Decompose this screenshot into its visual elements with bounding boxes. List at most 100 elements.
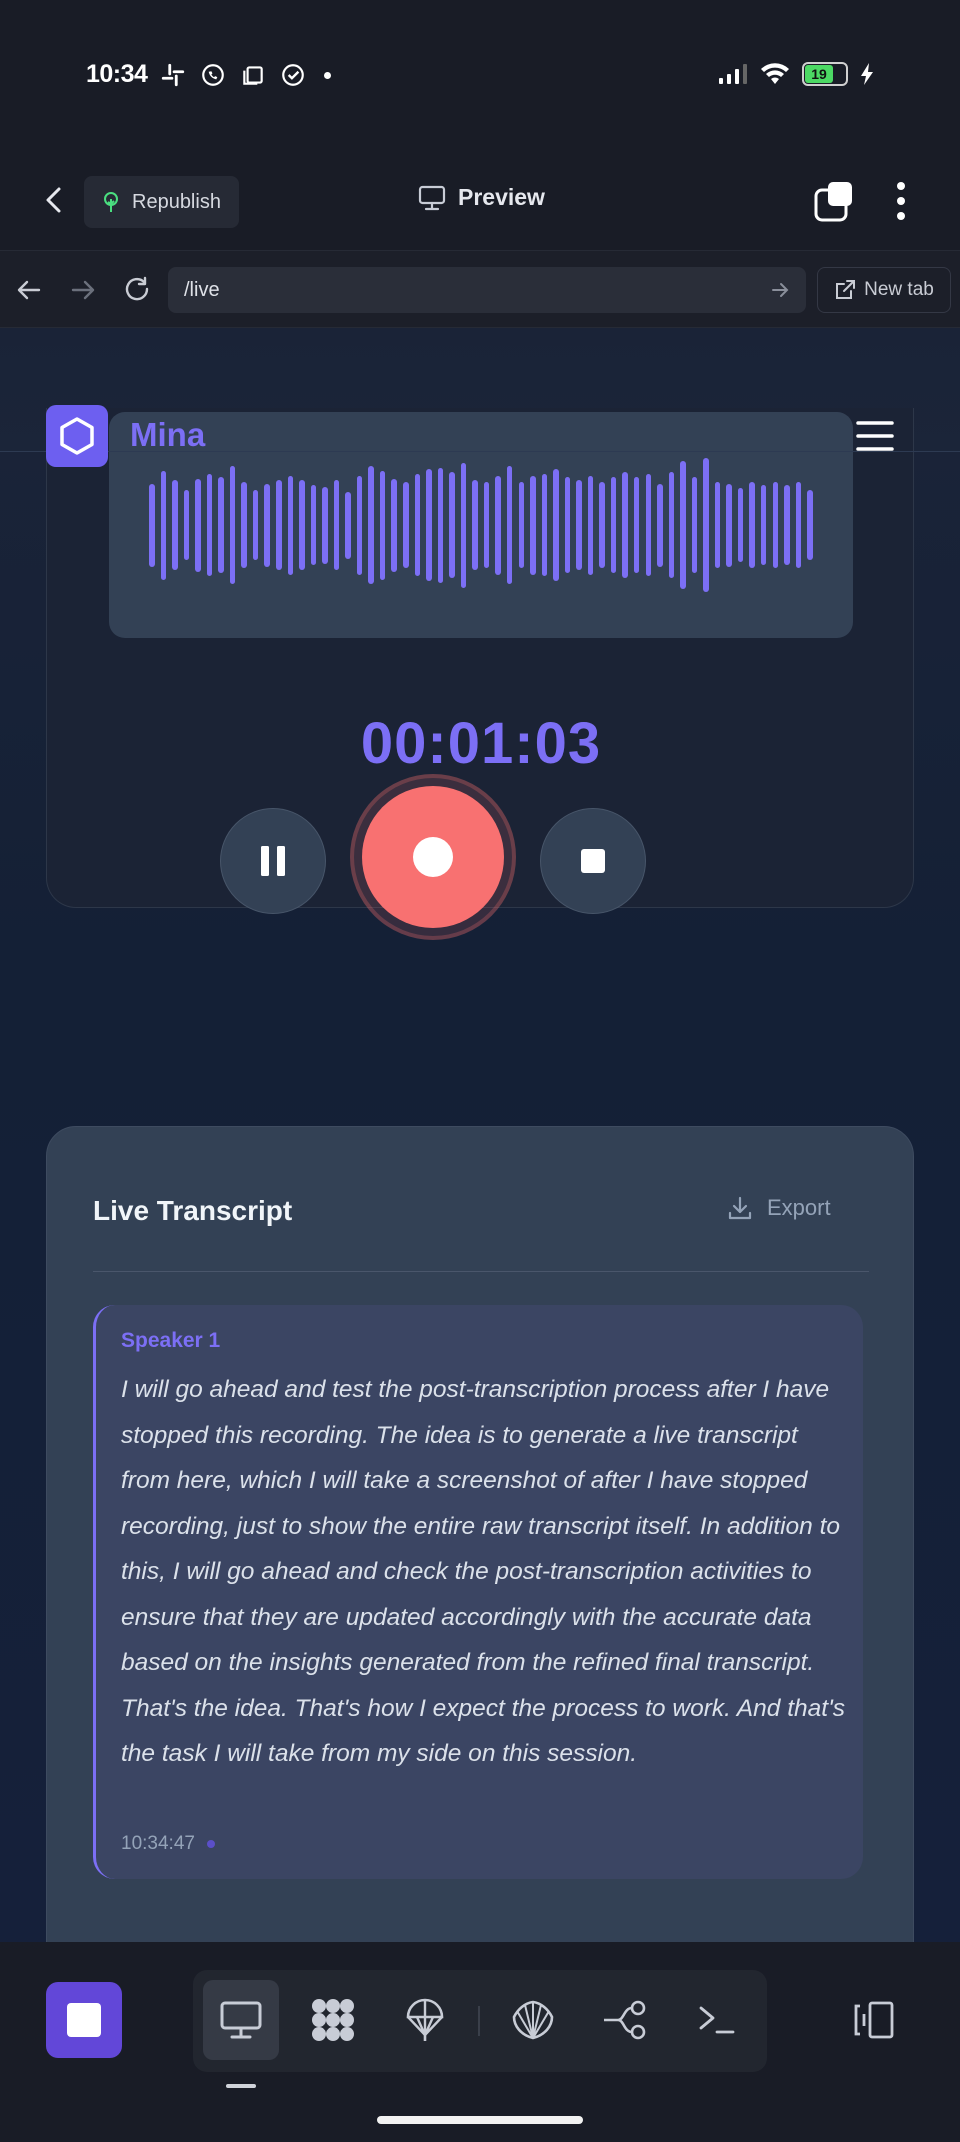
- waveform-bar: [345, 491, 351, 559]
- record-dot-icon: [413, 837, 453, 877]
- battery-level: 19: [805, 65, 833, 83]
- branch-icon[interactable]: [587, 1980, 663, 2060]
- hamburger-menu-icon[interactable]: [856, 420, 894, 452]
- waveform-bar: [149, 483, 155, 567]
- waveform-bar: [564, 477, 571, 573]
- transcript-card: Live Transcript Export Speaker 1 I will …: [46, 1126, 914, 1942]
- republish-button[interactable]: Republish: [84, 176, 239, 228]
- web-page: 00:01:03 Live Transcript Export Speaker …: [0, 328, 960, 1942]
- waveform-bar: [807, 490, 813, 560]
- new-tab-button[interactable]: New tab: [817, 267, 951, 313]
- download-icon: [728, 1196, 752, 1220]
- external-link-icon: [836, 280, 856, 299]
- parachute-icon[interactable]: [387, 1980, 463, 2060]
- terminal-icon[interactable]: [679, 1980, 755, 2060]
- browser-toolbar: /live New tab: [0, 250, 960, 328]
- waveform-bar: [726, 483, 732, 567]
- brand-name[interactable]: Mina: [130, 416, 205, 454]
- waveform-bar: [668, 472, 675, 578]
- transcript-entry: Speaker 1 I will go ahead and test the p…: [93, 1305, 863, 1879]
- transcript-divider: [93, 1271, 869, 1272]
- app-logo[interactable]: [46, 405, 108, 467]
- bottom-dock: [0, 1942, 960, 2142]
- wifi-icon: [761, 63, 789, 84]
- stop-button[interactable]: [540, 808, 646, 914]
- new-tab-label: New tab: [864, 279, 934, 300]
- waveform-bar: [206, 474, 213, 576]
- waveform-bar: [333, 480, 340, 570]
- tabs-switcher-icon[interactable]: [814, 182, 854, 222]
- waveform-bar: [437, 467, 444, 583]
- export-label: Export: [767, 1195, 831, 1220]
- waveform-bar: [680, 461, 686, 589]
- monitor-icon[interactable]: [203, 1980, 279, 2060]
- waveform-bar: [299, 480, 305, 570]
- waveform-bar: [645, 474, 652, 576]
- back-chevron-icon[interactable]: [40, 185, 70, 215]
- stop-app-button[interactable]: [46, 1982, 122, 2058]
- go-arrow-icon[interactable]: [770, 280, 790, 300]
- active-tab-indicator: [226, 2084, 256, 2088]
- copy-icon: [243, 66, 263, 85]
- waveform-bar: [657, 483, 663, 567]
- preview-label: Preview: [458, 184, 545, 210]
- apps-grid-icon[interactable]: [295, 1980, 371, 2060]
- waveform-bar: [172, 480, 178, 570]
- waveform-bar: [530, 475, 536, 575]
- record-button[interactable]: [362, 786, 504, 928]
- waveform-bar: [622, 472, 628, 578]
- waveform-bar: [749, 482, 755, 568]
- notification-icons: [160, 62, 331, 88]
- waveform-bar: [287, 475, 294, 575]
- timestamp-text: 10:34:47: [121, 1833, 195, 1854]
- url-text: /live: [184, 278, 220, 301]
- whatsapp-icon: [202, 64, 224, 86]
- pause-button[interactable]: [220, 808, 326, 914]
- hexagon-icon: [60, 417, 94, 455]
- waveform-bar: [252, 490, 259, 560]
- waveform-bar: [506, 466, 513, 584]
- side-panel-icon[interactable]: [852, 2000, 896, 2040]
- waveform-bar: [426, 469, 432, 581]
- waveform-bar: [784, 485, 790, 565]
- waveform-bar: [229, 466, 236, 584]
- charging-bolt-icon: [861, 63, 873, 85]
- browser-forward-icon[interactable]: [68, 275, 98, 305]
- browser-back-icon[interactable]: [14, 275, 44, 305]
- slack-icon: [161, 63, 185, 87]
- waveform-bar: [183, 490, 190, 560]
- recording-timer: 00:01:03: [360, 711, 602, 776]
- republish-label: Republish: [132, 190, 221, 213]
- dock-toolbar: [193, 1970, 767, 2072]
- waveform-bar: [322, 486, 328, 564]
- more-vertical-icon[interactable]: [886, 178, 916, 224]
- reload-icon[interactable]: [122, 275, 152, 305]
- waveform-bar: [483, 482, 490, 568]
- waveform-bar: [449, 472, 455, 578]
- shell-icon[interactable]: [495, 1980, 571, 2060]
- waveform-bar: [495, 475, 501, 575]
- waveform-bar: [264, 483, 270, 567]
- waveform-bar: [737, 488, 744, 562]
- waveform-bar: [310, 485, 317, 565]
- pause-icon: [261, 846, 285, 876]
- waveform-bar: [772, 482, 779, 568]
- check-circle-icon: [282, 64, 304, 86]
- waveform-bar: [760, 485, 767, 565]
- stop-icon: [581, 849, 605, 873]
- waveform: [149, 412, 813, 638]
- system-indicators: 19: [718, 62, 874, 86]
- battery-icon: 19: [802, 62, 848, 86]
- waveform-bar: [795, 482, 802, 568]
- home-indicator[interactable]: [377, 2116, 583, 2124]
- export-button[interactable]: Export: [727, 1195, 831, 1221]
- waveform-bar: [379, 470, 386, 580]
- transcript-text: I will go ahead and test the post-transc…: [121, 1376, 845, 1767]
- url-bar[interactable]: /live: [168, 267, 806, 313]
- waveform-bar: [195, 478, 201, 572]
- transcript-title: Live Transcript: [93, 1195, 293, 1226]
- waveform-bar: [599, 482, 605, 568]
- waveform-bar: [414, 474, 421, 576]
- preview-title[interactable]: Preview: [418, 184, 545, 211]
- waveform-bar: [553, 469, 559, 581]
